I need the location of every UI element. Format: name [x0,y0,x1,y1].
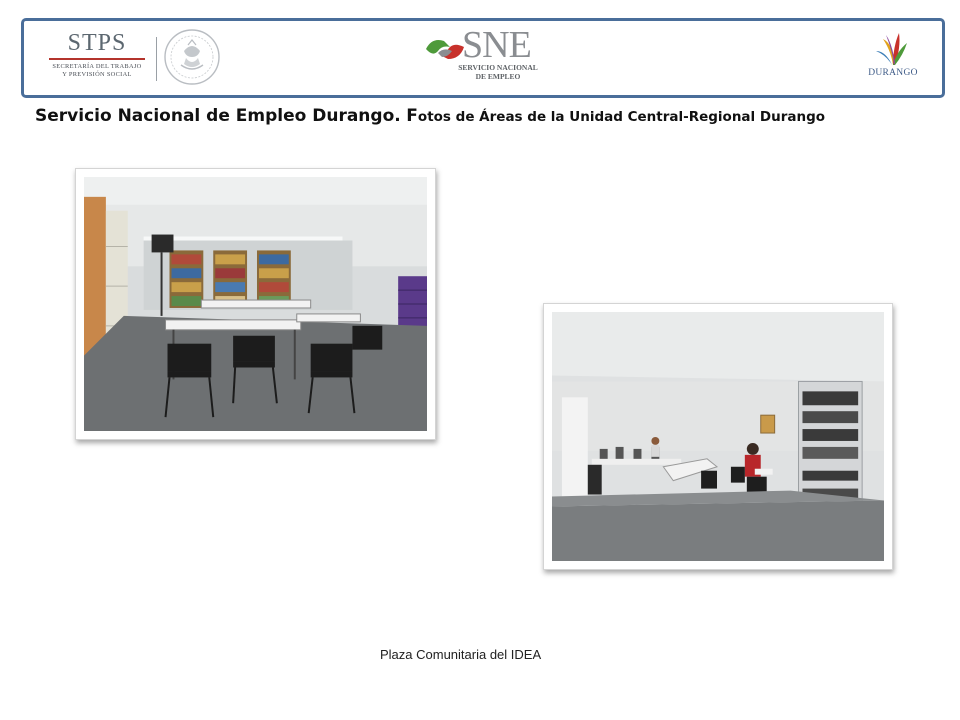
sne-subtitle-line2: DE EMPLEO [475,72,521,81]
title-main: Servicio Nacional de Empleo Durango. [35,106,401,126]
photo-caption: Plaza Comunitaria del IDEA [380,647,542,662]
stps-subtitle-line1: SECRETARÍA DEL TRABAJO [52,63,142,70]
title-sub-initial: F [406,106,418,126]
logo-header-bar: STPS SECRETARÍA DEL TRABAJO Y PREVISIÓN … [21,18,945,98]
photo-computer-room [543,303,893,570]
computer-lab-photo-icon [552,312,884,561]
durango-flower-icon [876,33,907,65]
durango-wordmark: DURANGO [868,68,918,78]
classroom-photo-icon [84,177,427,431]
mexico-seal-icon [164,29,220,85]
stps-logo: STPS SECRETARÍA DEL TRABAJO Y PREVISIÓN … [42,31,152,87]
stps-red-rule [49,58,145,60]
handshake-icon [426,40,464,59]
stps-subtitle-line2: Y PREVISIÓN SOCIAL [62,71,132,78]
photo-library-room [75,168,436,440]
sne-subtitle-line1: SERVICIO NACIONAL [458,63,538,72]
stps-wordmark: STPS [67,30,127,56]
sne-wordmark: SNE [462,24,532,66]
title-sub: otos de Áreas de la Unidad Central-Regio… [417,109,826,125]
sne-logo: SNE SERVICIO NACIONAL DE EMPLEO [424,24,554,89]
durango-logo: DURANGO [858,25,928,89]
sne-subtitle: SERVICIO NACIONAL DE EMPLEO [448,63,548,81]
logo-divider [156,37,157,81]
page-title: Servicio Nacional de Empleo Durango. Fot… [35,106,825,126]
